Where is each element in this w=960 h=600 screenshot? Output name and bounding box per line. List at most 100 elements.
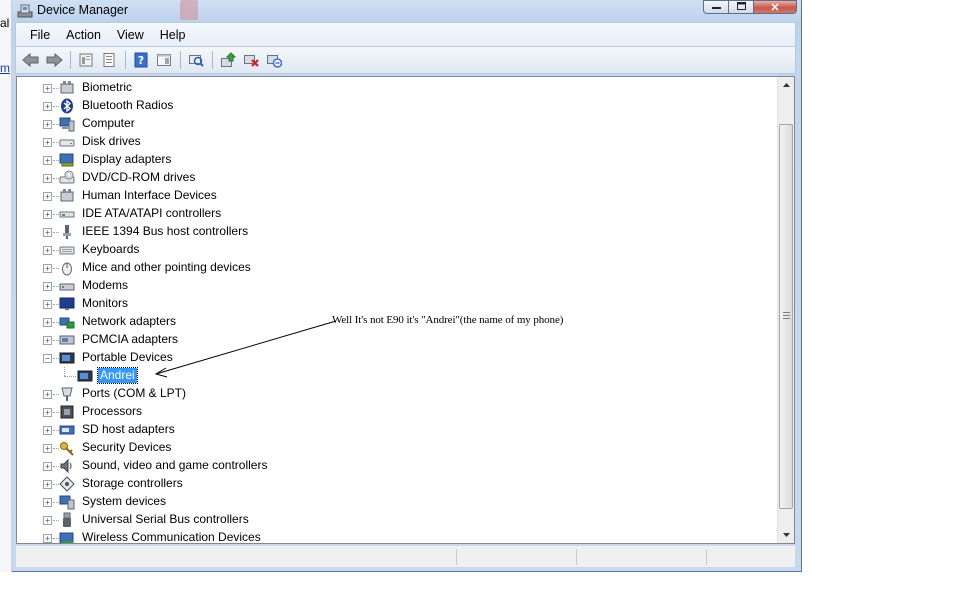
tree-item-label[interactable]: Wireless Communication Devices xyxy=(80,530,263,543)
tree-category-item[interactable]: + Security Devices xyxy=(17,439,777,457)
tree-category-item[interactable]: + Monitors xyxy=(17,295,777,313)
tree-category-item[interactable]: + Sound, video and game controllers xyxy=(17,457,777,475)
tree-item-label[interactable]: Disk drives xyxy=(80,134,143,149)
expand-toggle[interactable]: + xyxy=(43,192,52,201)
scan-hardware-button[interactable] xyxy=(185,49,207,71)
tree-item-label[interactable]: Computer xyxy=(80,116,137,131)
close-button[interactable]: ✕ xyxy=(753,0,797,14)
expand-toggle[interactable]: + xyxy=(43,426,52,435)
tree-category-item[interactable]: + IEEE 1394 Bus host controllers xyxy=(17,223,777,241)
uninstall-button[interactable] xyxy=(240,49,262,71)
help-button[interactable]: ? xyxy=(130,49,152,71)
expand-toggle[interactable]: + xyxy=(43,138,52,147)
tree-item-label[interactable]: Mice and other pointing devices xyxy=(80,260,253,275)
tree-category-item[interactable]: + Processors xyxy=(17,403,777,421)
tree-item-label[interactable]: Modems xyxy=(80,278,130,293)
expand-toggle[interactable]: + xyxy=(43,498,52,507)
expand-toggle[interactable]: + xyxy=(43,120,52,129)
tree-category-item[interactable]: + IDE ATA/ATAPI controllers xyxy=(17,205,777,223)
tree-item-label[interactable]: Keyboards xyxy=(80,242,141,257)
expand-toggle[interactable]: + xyxy=(43,102,52,111)
tree-category-item[interactable]: + Storage controllers xyxy=(17,475,777,493)
tree-item-label[interactable]: Storage controllers xyxy=(80,476,185,491)
expand-toggle[interactable]: + xyxy=(43,336,52,345)
tree-item-label[interactable]: Andrei xyxy=(97,367,138,384)
tree-item-label[interactable]: Bluetooth Radios xyxy=(80,98,175,113)
tree-category-item[interactable]: + Display adapters xyxy=(17,151,777,169)
tree-item-label[interactable]: Network adapters xyxy=(80,314,178,329)
tree-category-item[interactable]: + Computer xyxy=(17,115,777,133)
forward-button[interactable] xyxy=(43,49,65,71)
tree-item-label[interactable]: Monitors xyxy=(80,296,130,311)
background-link-fragment[interactable]: m xyxy=(0,61,10,75)
tree-item-label[interactable]: System devices xyxy=(80,494,168,509)
tree-category-item[interactable]: + Universal Serial Bus controllers xyxy=(17,511,777,529)
expand-toggle[interactable]: + xyxy=(43,84,52,93)
tree-category-item[interactable]: + PCMCIA adapters xyxy=(17,331,777,349)
menu-help[interactable]: Help xyxy=(152,24,194,46)
update-driver-button[interactable] xyxy=(217,49,239,71)
tree-item-label[interactable]: SD host adapters xyxy=(80,422,177,437)
tree-item-label[interactable]: IEEE 1394 Bus host controllers xyxy=(80,224,250,239)
back-button[interactable] xyxy=(20,49,42,71)
tree-category-item[interactable]: + Keyboards xyxy=(17,241,777,259)
tree-category-item[interactable]: + Ports (COM & LPT) xyxy=(17,385,777,403)
tree-item-label[interactable]: DVD/CD-ROM drives xyxy=(80,170,197,185)
expand-toggle[interactable]: + xyxy=(43,228,52,237)
collapse-toggle[interactable]: − xyxy=(43,354,52,363)
scroll-down-button[interactable] xyxy=(778,527,794,543)
maximize-button[interactable] xyxy=(728,0,753,14)
scroll-up-button[interactable] xyxy=(778,77,794,93)
properties-button[interactable] xyxy=(98,49,120,71)
tree-item-label[interactable]: Display adapters xyxy=(80,152,173,167)
tree-item-label[interactable]: Ports (COM & LPT) xyxy=(80,386,188,401)
menu-file[interactable]: File xyxy=(22,24,58,46)
expand-toggle[interactable]: + xyxy=(43,156,52,165)
tree-item-label[interactable]: Processors xyxy=(80,404,144,419)
tree-category-item[interactable]: + Mice and other pointing devices xyxy=(17,259,777,277)
menu-action[interactable]: Action xyxy=(58,24,109,46)
tree-item-label[interactable]: Portable Devices xyxy=(80,350,175,365)
tree-category-item[interactable]: + Modems xyxy=(17,277,777,295)
tree-category-item[interactable]: − Portable Devices xyxy=(17,349,777,367)
expand-toggle[interactable]: + xyxy=(43,534,52,543)
tree-category-item[interactable]: + Human Interface Devices xyxy=(17,187,777,205)
tree-category-item[interactable]: + Wireless Communication Devices xyxy=(17,529,777,543)
expand-toggle[interactable]: + xyxy=(43,210,52,219)
tree-category-item[interactable]: + Disk drives xyxy=(17,133,777,151)
tree-item-label[interactable]: IDE ATA/ATAPI controllers xyxy=(80,206,223,221)
tree-category-item[interactable]: + Bluetooth Radios xyxy=(17,97,777,115)
up-level-button[interactable] xyxy=(75,49,97,71)
tree-item-label[interactable]: Human Interface Devices xyxy=(80,188,219,203)
tree-item-label[interactable]: Universal Serial Bus controllers xyxy=(80,512,251,527)
expand-toggle[interactable]: + xyxy=(43,174,52,183)
expand-toggle[interactable]: + xyxy=(43,318,52,327)
scroll-thumb[interactable] xyxy=(779,124,793,509)
tree-category-item[interactable]: + System devices xyxy=(17,493,777,511)
title-bar[interactable]: Device Manager ✕ xyxy=(12,0,802,22)
tree-item-label[interactable]: PCMCIA adapters xyxy=(80,332,180,347)
expand-toggle[interactable]: + xyxy=(43,444,52,453)
minimize-button[interactable] xyxy=(703,0,728,14)
tree-item-label[interactable]: Security Devices xyxy=(80,440,173,455)
expand-toggle[interactable]: + xyxy=(43,264,52,273)
tree-category-item[interactable]: + DVD/CD-ROM drives xyxy=(17,169,777,187)
expand-toggle[interactable]: + xyxy=(43,480,52,489)
tree-item-label[interactable]: Biometric xyxy=(80,80,134,95)
expand-toggle[interactable]: + xyxy=(43,282,52,291)
expand-toggle[interactable]: + xyxy=(43,408,52,417)
expand-toggle[interactable]: + xyxy=(43,246,52,255)
expand-toggle[interactable]: + xyxy=(43,516,52,525)
vertical-scrollbar[interactable] xyxy=(777,77,794,543)
tree-category-item[interactable]: + SD host adapters xyxy=(17,421,777,439)
toolbar-separator xyxy=(180,51,181,69)
tree-child-item[interactable]: Andrei xyxy=(17,367,777,385)
expand-toggle[interactable]: + xyxy=(43,300,52,309)
menu-view[interactable]: View xyxy=(109,24,152,46)
tree-category-item[interactable]: + Biometric xyxy=(17,79,777,97)
expand-toggle[interactable]: + xyxy=(43,390,52,399)
tree-item-label[interactable]: Sound, video and game controllers xyxy=(80,458,269,473)
show-hide-button[interactable] xyxy=(153,49,175,71)
disable-button[interactable] xyxy=(263,49,285,71)
expand-toggle[interactable]: + xyxy=(43,462,52,471)
